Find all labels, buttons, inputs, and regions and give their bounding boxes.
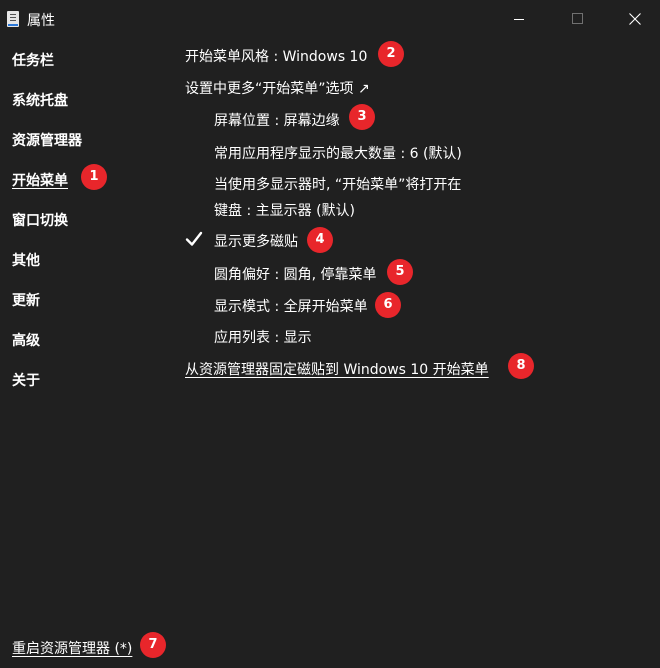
multi-monitor-label: 当使用多显示器时, “开始菜单”将打开在 xyxy=(214,177,462,193)
start-menu-style-option[interactable]: 开始菜单风格 : Windows 10 xyxy=(185,46,367,66)
annotation-badge-3: 3 xyxy=(349,104,375,130)
sidebar-item-taskbar[interactable]: 任务栏 xyxy=(12,50,54,70)
window-title: 属性 xyxy=(27,13,55,29)
multi-monitor-option[interactable]: 键盘 : 主显示器 (默认) xyxy=(214,200,355,220)
close-icon xyxy=(629,13,641,25)
app-icon xyxy=(7,11,19,27)
more-start-options-link[interactable]: 设置中更多“开始菜单”选项 ↗ xyxy=(185,78,370,98)
max-frequent-apps-option[interactable]: 常用应用程序显示的最大数量 : 6 (默认) xyxy=(214,143,462,163)
close-button[interactable] xyxy=(612,0,658,38)
screen-position-option[interactable]: 屏幕位置 : 屏幕边缘 xyxy=(214,110,340,130)
app-list-option[interactable]: 应用列表 : 显示 xyxy=(214,327,312,347)
sidebar-item-updates[interactable]: 更新 xyxy=(12,290,40,310)
sidebar-item-start-menu[interactable]: 开始菜单 xyxy=(12,170,68,190)
annotation-badge-1: 1 xyxy=(81,164,107,190)
pin-tiles-link[interactable]: 从资源管理器固定磁贴到 Windows 10 开始菜单 xyxy=(185,359,489,379)
restart-explorer-link[interactable]: 重启资源管理器 (*) xyxy=(12,638,132,658)
sidebar-item-advanced[interactable]: 高级 xyxy=(12,330,40,350)
annotation-badge-7: 7 xyxy=(140,632,166,658)
sidebar-item-window-switcher[interactable]: 窗口切换 xyxy=(12,210,68,230)
sidebar-item-explorer[interactable]: 资源管理器 xyxy=(12,130,82,150)
annotation-badge-5: 5 xyxy=(387,259,413,285)
sidebar-item-system-tray[interactable]: 系统托盘 xyxy=(12,90,68,110)
minimize-button[interactable] xyxy=(496,0,542,38)
annotation-badge-6: 6 xyxy=(375,292,401,318)
corner-preference-option[interactable]: 圆角偏好 : 圆角, 停靠菜单 xyxy=(214,264,377,284)
annotation-badge-8: 8 xyxy=(508,353,534,379)
sidebar-item-about[interactable]: 关于 xyxy=(12,370,40,390)
sidebar-item-other[interactable]: 其他 xyxy=(12,250,40,270)
show-more-tiles-toggle[interactable]: 显示更多磁贴 xyxy=(214,231,298,251)
display-mode-option[interactable]: 显示模式 : 全屏开始菜单 xyxy=(214,296,368,316)
checkmark-icon xyxy=(185,231,203,246)
annotation-badge-4: 4 xyxy=(307,227,333,253)
maximize-button[interactable] xyxy=(554,0,600,38)
title-bar: 属性 xyxy=(0,0,660,38)
annotation-badge-2: 2 xyxy=(378,41,404,67)
